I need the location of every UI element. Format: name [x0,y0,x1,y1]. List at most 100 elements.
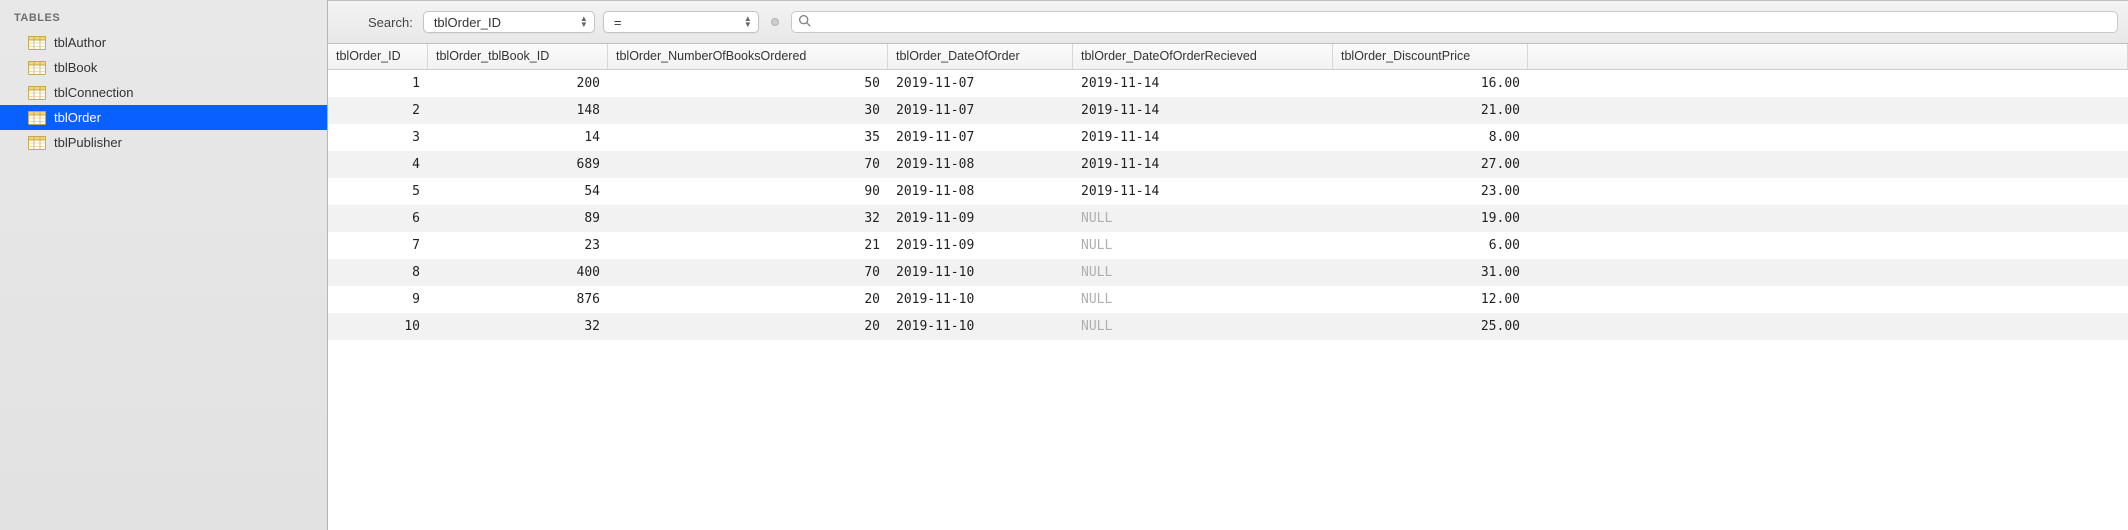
cell: 2019-11-09 [888,206,1073,231]
cell: 35 [608,125,888,150]
cell: 19.00 [1333,206,1528,231]
cell: 200 [428,71,608,96]
search-operator-value: = [614,15,622,30]
cell: 2019-11-14 [1073,125,1333,150]
cell: 16.00 [1333,71,1528,96]
cell: 876 [428,287,608,312]
cell: 2019-11-14 [1073,152,1333,177]
cell: 2019-11-10 [888,287,1073,312]
cell: 20 [608,287,888,312]
table-row[interactable]: 1200502019-11-072019-11-1416.00 [328,70,2128,97]
cell: 70 [608,152,888,177]
table-row[interactable]: 1032202019-11-10NULL25.00 [328,313,2128,340]
cell: 21.00 [1333,98,1528,123]
cell: 2019-11-08 [888,152,1073,177]
cell: 6.00 [1333,233,1528,258]
column-header[interactable]: tblOrder_NumberOfBooksOrdered [608,44,888,69]
cell: 23.00 [1333,179,1528,204]
search-operator-select[interactable]: = ▲▼ [603,11,759,33]
table-row[interactable]: 2148302019-11-072019-11-1421.00 [328,97,2128,124]
column-header[interactable]: tblOrder_tblBook_ID [428,44,608,69]
cell: 2019-11-10 [888,314,1073,339]
cell: 70 [608,260,888,285]
search-toolbar: Search: tblOrder_ID ▲▼ = ▲▼ [328,0,2128,44]
table-row[interactable]: 314352019-11-072019-11-148.00 [328,124,2128,151]
sidebar: TABLES tblAuthor tblBook tblConnection t… [0,0,328,530]
cell: 50 [608,71,888,96]
sidebar-item-label: tblAuthor [54,35,106,50]
cell: 7 [328,233,428,258]
column-header-spacer [1528,44,2128,69]
sidebar-item-label: tblPublisher [54,135,122,150]
sidebar-item-tblpublisher[interactable]: tblPublisher [0,130,327,155]
cell: 2 [328,98,428,123]
table-icon [28,111,46,125]
table-icon [28,136,46,150]
cell: 8.00 [1333,125,1528,150]
main: Search: tblOrder_ID ▲▼ = ▲▼ tblOrder_ID … [328,0,2128,530]
cell: 2019-11-10 [888,260,1073,285]
cell: 2019-11-07 [888,98,1073,123]
cell: 30 [608,98,888,123]
sidebar-item-tblbook[interactable]: tblBook [0,55,327,80]
cell: 148 [428,98,608,123]
column-header[interactable]: tblOrder_DateOfOrderRecieved [1073,44,1333,69]
cell: 10 [328,314,428,339]
column-header[interactable]: tblOrder_ID [328,44,428,69]
cell: 31.00 [1333,260,1528,285]
cell: 2019-11-08 [888,179,1073,204]
sidebar-item-tblauthor[interactable]: tblAuthor [0,30,327,55]
sidebar-item-label: tblConnection [54,85,134,100]
cell: 2019-11-14 [1073,98,1333,123]
table-row[interactable]: 723212019-11-09NULL6.00 [328,232,2128,259]
cell: 2019-11-07 [888,125,1073,150]
cell: NULL [1073,314,1333,339]
cell: 3 [328,125,428,150]
cell: 23 [428,233,608,258]
cell: 400 [428,260,608,285]
cell: 2019-11-07 [888,71,1073,96]
column-header[interactable]: tblOrder_DateOfOrder [888,44,1073,69]
cell: 20 [608,314,888,339]
cell: 6 [328,206,428,231]
table-row[interactable]: 8400702019-11-10NULL31.00 [328,259,2128,286]
cell: 12.00 [1333,287,1528,312]
cell: 54 [428,179,608,204]
column-header[interactable]: tblOrder_DiscountPrice [1333,44,1528,69]
cell: 2019-11-14 [1073,179,1333,204]
chevron-updown-icon: ▲▼ [580,16,588,28]
data-grid: tblOrder_ID tblOrder_tblBook_ID tblOrder… [328,44,2128,530]
cell: 2019-11-14 [1073,71,1333,96]
chevron-updown-icon: ▲▼ [744,16,752,28]
cell: 21 [608,233,888,258]
table-row[interactable]: 9876202019-11-10NULL12.00 [328,286,2128,313]
table-row[interactable]: 554902019-11-082019-11-1423.00 [328,178,2128,205]
search-field-value: tblOrder_ID [434,15,501,30]
search-field-select[interactable]: tblOrder_ID ▲▼ [423,11,595,33]
cell: 89 [428,206,608,231]
sidebar-header: TABLES [0,8,327,30]
cell: 32 [608,206,888,231]
sidebar-item-tblorder[interactable]: tblOrder [0,105,327,130]
cell: 1 [328,71,428,96]
sidebar-item-label: tblOrder [54,110,101,125]
sidebar-item-tblconnection[interactable]: tblConnection [0,80,327,105]
cell: 689 [428,152,608,177]
cell: 5 [328,179,428,204]
cell: NULL [1073,260,1333,285]
cell: 32 [428,314,608,339]
cell: NULL [1073,233,1333,258]
search-box [791,11,2118,33]
table-row[interactable]: 4689702019-11-082019-11-1427.00 [328,151,2128,178]
cell: NULL [1073,206,1333,231]
grid-header: tblOrder_ID tblOrder_tblBook_ID tblOrder… [328,44,2128,70]
cell: NULL [1073,287,1333,312]
search-label: Search: [338,15,415,30]
table-row[interactable]: 689322019-11-09NULL19.00 [328,205,2128,232]
search-input[interactable] [791,11,2118,33]
table-icon [28,36,46,50]
cell: 4 [328,152,428,177]
table-icon [28,61,46,75]
cell: 25.00 [1333,314,1528,339]
cell: 9 [328,287,428,312]
